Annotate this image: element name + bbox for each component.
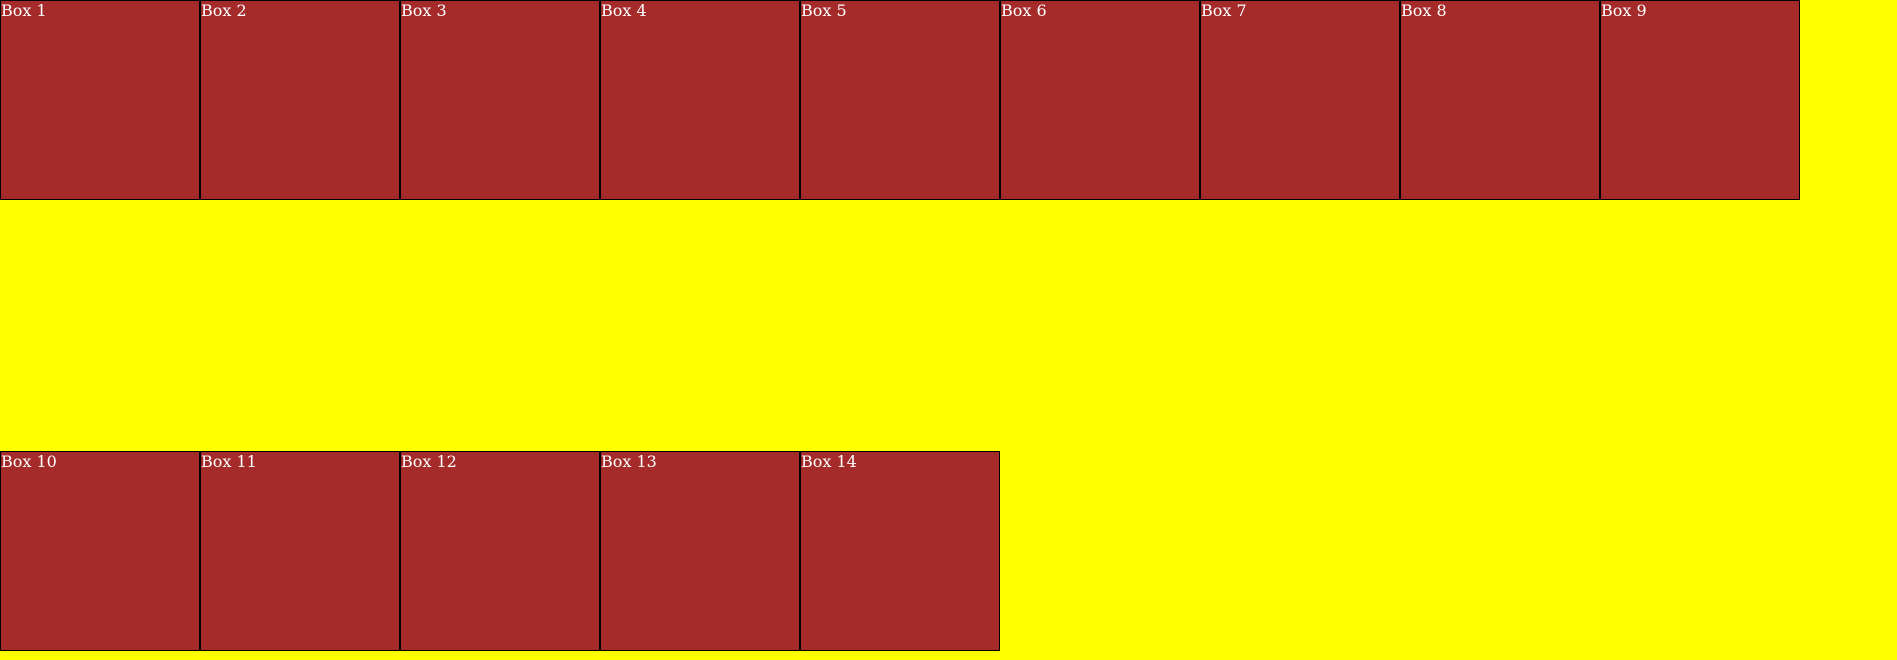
box-2: Box 2 [200,0,400,200]
box-12: Box 12 [400,451,600,651]
box-6: Box 6 [1000,0,1200,200]
box-13: Box 13 [600,451,800,651]
box-4: Box 4 [600,0,800,200]
box-10: Box 10 [0,451,200,651]
box-row-bottom: Box 10 Box 11 Box 12 Box 13 Box 14 [0,451,1000,651]
box-8: Box 8 [1400,0,1600,200]
box-1: Box 1 [0,0,200,200]
box-7: Box 7 [1200,0,1400,200]
box-9: Box 9 [1600,0,1800,200]
box-row-top: Box 1 Box 2 Box 3 Box 4 Box 5 Box 6 Box … [0,0,1800,200]
box-3: Box 3 [400,0,600,200]
box-14: Box 14 [800,451,1000,651]
page-canvas: Box 1 Box 2 Box 3 Box 4 Box 5 Box 6 Box … [0,0,1897,660]
box-5: Box 5 [800,0,1000,200]
box-11: Box 11 [200,451,400,651]
